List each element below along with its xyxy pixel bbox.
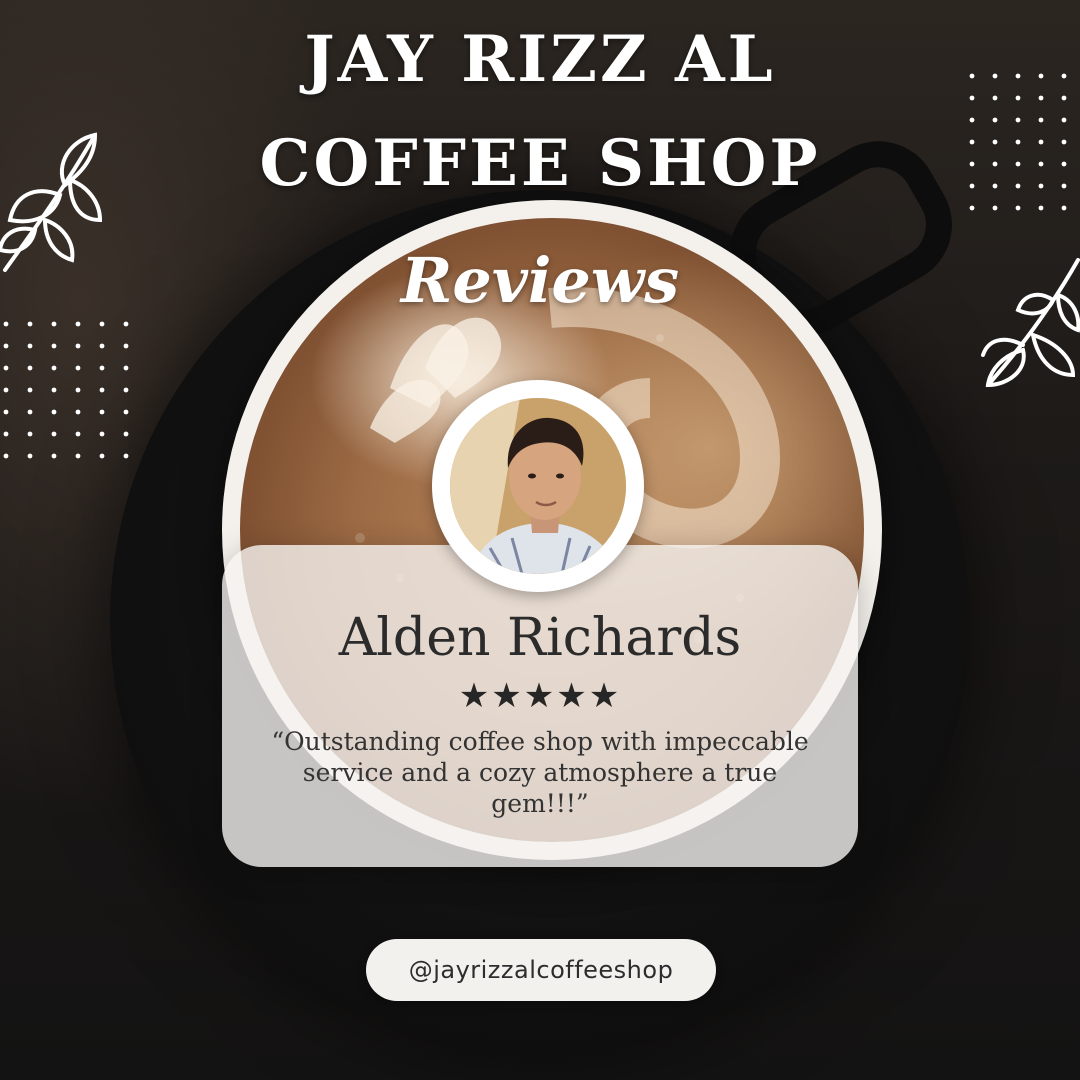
avatar — [450, 398, 626, 574]
decorative-dot — [75, 431, 81, 437]
decorative-dot — [75, 453, 81, 459]
decorative-dot — [1038, 205, 1044, 211]
social-handle-text: @jayrizzalcoffeeshop — [408, 956, 674, 984]
decorative-dot — [27, 409, 33, 415]
decorative-dot — [3, 387, 9, 393]
star-rating: ★★★★★ — [222, 676, 858, 716]
review-quote: “Outstanding coffee shop with impeccable… — [271, 727, 809, 818]
decorative-dot — [27, 453, 33, 459]
decorative-dot — [99, 453, 105, 459]
decorative-dot — [75, 387, 81, 393]
title-line-2: COFFEE SHOP — [259, 126, 821, 201]
decorative-dot — [27, 431, 33, 437]
reviews-heading: Reviews — [400, 244, 680, 317]
decorative-dot — [969, 205, 975, 211]
reviewer-portrait — [450, 398, 626, 574]
review-poster: JAY RIZZ AL COFFEE SHOP Reviews Alden Ri… — [0, 0, 1080, 1080]
decorative-dot — [123, 409, 129, 415]
decorative-dot — [27, 387, 33, 393]
title-line-1: JAY RIZZ AL — [304, 22, 776, 97]
decorative-dot — [3, 321, 9, 327]
star-icon: ★★★★★ — [458, 676, 622, 716]
social-handle-button[interactable]: @jayrizzalcoffeeshop — [366, 939, 716, 1001]
decorative-dot — [27, 321, 33, 327]
decorative-dot — [123, 387, 129, 393]
decorative-dot — [99, 409, 105, 415]
decorative-dot — [51, 409, 57, 415]
decorative-dot — [75, 343, 81, 349]
decorative-dot — [51, 343, 57, 349]
decorative-dot — [99, 343, 105, 349]
decorative-dot — [992, 117, 998, 123]
decorative-dot — [3, 365, 9, 371]
decorative-dot — [51, 387, 57, 393]
decorative-dot — [75, 409, 81, 415]
decorative-dot — [3, 431, 9, 437]
decorative-dot — [992, 205, 998, 211]
decorative-dot — [3, 409, 9, 415]
decorative-dot — [969, 117, 975, 123]
decorative-dot — [27, 343, 33, 349]
decorative-dot — [51, 431, 57, 437]
dot-grid-decoration-left — [3, 321, 129, 459]
reviewer-name: Alden Richards — [338, 608, 742, 668]
decorative-dot — [99, 321, 105, 327]
decorative-dot — [1015, 117, 1021, 123]
decorative-dot — [1038, 117, 1044, 123]
decorative-dot — [1015, 205, 1021, 211]
decorative-dot — [3, 453, 9, 459]
decorative-dot — [123, 431, 129, 437]
decorative-dot — [99, 387, 105, 393]
decorative-dot — [27, 365, 33, 371]
decorative-dot — [51, 365, 57, 371]
decorative-dot — [123, 343, 129, 349]
decorative-dot — [99, 431, 105, 437]
decorative-dot — [1061, 205, 1067, 211]
decorative-dot — [75, 321, 81, 327]
decorative-dot — [1061, 117, 1067, 123]
decorative-dot — [123, 321, 129, 327]
decorative-dot — [3, 343, 9, 349]
decorative-dot — [51, 453, 57, 459]
decorative-dot — [99, 365, 105, 371]
decorative-dot — [51, 321, 57, 327]
decorative-dot — [123, 365, 129, 371]
decorative-dot — [75, 365, 81, 371]
decorative-dot — [123, 453, 129, 459]
